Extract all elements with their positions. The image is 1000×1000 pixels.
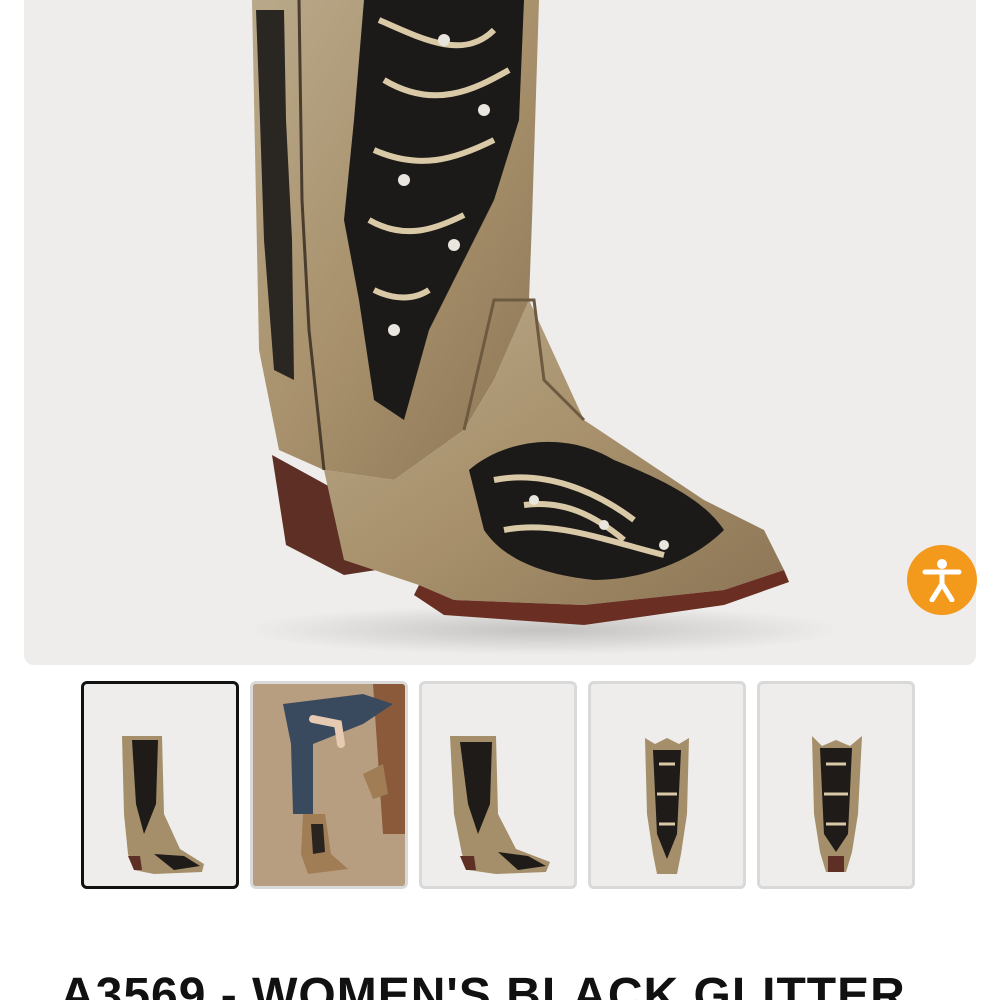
thumbnail-2[interactable] [250, 681, 408, 889]
boot-back-thumbnail [812, 736, 862, 872]
thumbnail-strip [81, 681, 916, 889]
boot-angle-thumbnail [450, 736, 550, 874]
boot-illustration [244, 0, 844, 655]
thumbnail-1[interactable] [81, 681, 239, 889]
boot-worn-thumbnail [253, 684, 405, 886]
thumbnail-3[interactable] [419, 681, 577, 889]
product-title: A3569 - WOMEN'S BLACK GLITTER [60, 969, 906, 1000]
thumbnail-5[interactable] [757, 681, 915, 889]
main-product-image[interactable] [24, 0, 976, 665]
accessibility-button[interactable] [907, 545, 977, 615]
product-page: A3569 - WOMEN'S BLACK GLITTER [0, 0, 1000, 1000]
thumbnail-4[interactable] [588, 681, 746, 889]
accessibility-icon [922, 559, 962, 602]
boot-side-thumbnail [122, 736, 204, 874]
boot-front-thumbnail [645, 738, 689, 874]
